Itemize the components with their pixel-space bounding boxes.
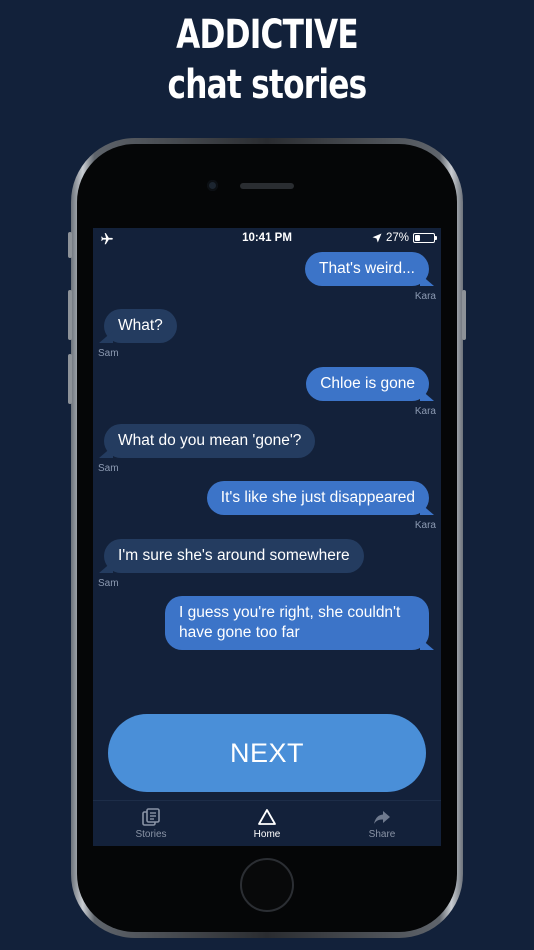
power-button [462,290,466,340]
battery-icon [413,233,437,243]
message-bubble-incoming: I'm sure she's around somewhere [104,539,364,573]
message-text: What? [118,317,163,334]
phone-screen: 10:41 PM 27% That's weird... Kara What? … [93,228,441,846]
message-text: I'm sure she's around somewhere [118,547,350,564]
next-button[interactable]: NEXT [108,714,426,792]
message-bubble-outgoing: I guess you're right, she couldn't have … [165,596,429,650]
battery-fill [415,235,420,241]
message-text: That's weird... [319,260,415,277]
home-triangle-icon [258,809,276,825]
message-sender: Kara [414,520,436,531]
message-sender: Sam [98,578,119,589]
volume-up-button [68,290,72,340]
message-text: It's like she just disappeared [220,489,415,506]
home-button[interactable] [240,858,294,912]
share-arrow-icon [374,811,390,824]
message-text: Chloe is gone [320,375,415,392]
battery-percent: 27% [385,232,409,244]
tab-stories[interactable]: Stories [111,807,191,840]
tab-label: Home [253,829,281,840]
app-store-screenshot: ADDICTIVE chat stories 10:41 PM 27% That… [0,0,534,950]
message-text: What do you mean 'gone'? [118,432,302,449]
status-right-group: 27% [372,232,437,244]
message-text: I guess you're right, she couldn't have … [179,604,401,641]
earpiece-speaker [240,183,294,189]
tab-bar: Stories Home Share [93,800,441,846]
promo-headline: ADDICTIVE [176,12,359,58]
front-camera [207,180,218,191]
message-bubble-outgoing: It's like she just disappeared [206,481,429,515]
status-bar: 10:41 PM 27% [93,228,441,250]
stories-icon [142,808,160,826]
message-sender: Kara [414,291,436,302]
message-sender: Sam [98,463,119,474]
message-bubble-outgoing: That's weird... [305,252,429,286]
message-bubble-outgoing: Chloe is gone [306,367,429,401]
tab-label: Stories [135,829,167,840]
message-sender: Sam [98,348,119,359]
message-bubble-incoming: What do you mean 'gone'? [104,424,316,458]
volume-down-button [68,354,72,404]
message-bubble-incoming: What? [104,309,177,343]
tab-share[interactable]: Share [342,807,422,840]
mute-switch [68,232,72,258]
tab-home[interactable]: Home [227,807,307,840]
message-sender: Kara [414,406,436,417]
location-arrow-icon [372,233,382,243]
tab-label: Share [368,829,396,840]
promo-subheadline: chat stories [167,62,368,108]
